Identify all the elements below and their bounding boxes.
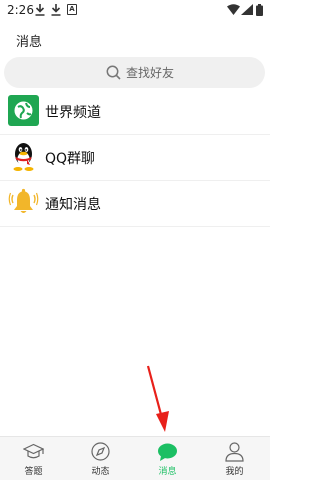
compass-icon xyxy=(91,442,110,461)
tab-label: 动态 xyxy=(91,467,110,477)
app-notification-icon: A xyxy=(67,4,77,15)
status-bar: 2:26 A xyxy=(0,0,270,22)
battery-icon xyxy=(256,4,263,16)
graduation-cap-icon xyxy=(23,443,44,459)
tab-messages[interactable]: 消息 xyxy=(134,437,201,480)
list-item-qq-group[interactable]: QQ群聊 xyxy=(0,135,270,181)
list-item-label: QQ群聊 xyxy=(45,151,96,167)
list-item-label: 世界频道 xyxy=(45,105,101,121)
tab-label: 消息 xyxy=(158,467,177,477)
list-item-notifications[interactable]: 通知消息 xyxy=(0,181,270,227)
tab-label: 答题 xyxy=(24,467,43,477)
chat-bubble-icon xyxy=(158,443,177,461)
wifi-icon xyxy=(227,4,240,15)
list-item-world-channel[interactable]: 世界频道 xyxy=(0,89,270,135)
list-item-label: 通知消息 xyxy=(45,197,101,213)
message-list: 世界频道 QQ群聊 通知消息 xyxy=(0,89,270,227)
signal-icon xyxy=(241,4,253,15)
tab-answer[interactable]: 答题 xyxy=(0,437,67,480)
status-time: 2:26 xyxy=(7,3,34,17)
qq-penguin-icon xyxy=(13,143,34,171)
search-icon xyxy=(106,65,121,80)
bottom-nav: 答题 动态 消息 我的 xyxy=(0,436,270,480)
globe-icon xyxy=(8,95,39,126)
tab-profile[interactable]: 我的 xyxy=(201,437,268,480)
search-label: 查找好友 xyxy=(126,66,175,80)
page-title: 消息 xyxy=(16,35,43,50)
download-icon xyxy=(35,4,45,16)
search-bar[interactable]: 查找好友 xyxy=(4,57,265,88)
bell-icon xyxy=(8,188,39,213)
user-icon xyxy=(225,442,244,462)
tab-feed[interactable]: 动态 xyxy=(67,437,134,480)
tab-label: 我的 xyxy=(225,467,244,477)
download-icon xyxy=(51,4,61,16)
